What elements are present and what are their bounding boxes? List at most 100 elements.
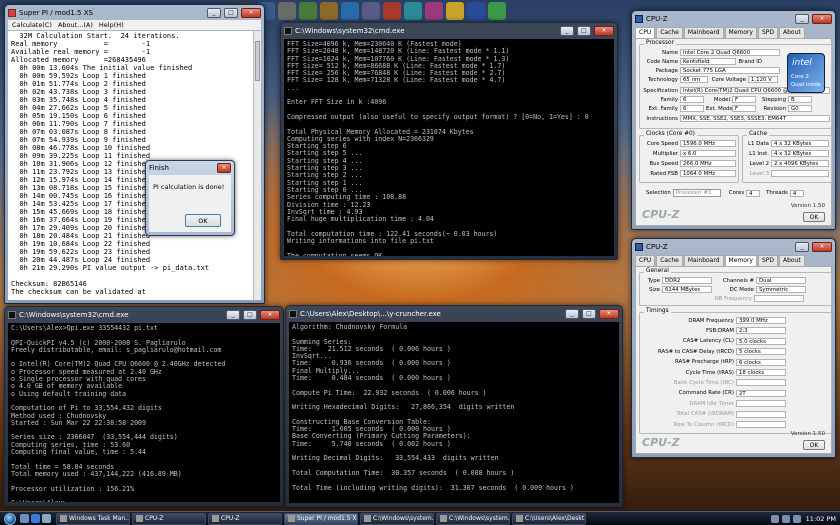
close-button[interactable]: × bbox=[812, 13, 832, 24]
finish-ok-button[interactable]: OK bbox=[185, 214, 221, 227]
ycruncher-titlebar[interactable]: C:\Users\Alex\Desktop\...\y-cruncher.exe… bbox=[286, 306, 622, 321]
dock-app-icon[interactable] bbox=[467, 2, 485, 20]
selection-dropdown[interactable]: Processor #1 bbox=[672, 189, 721, 197]
dock-app-icon[interactable] bbox=[278, 2, 296, 20]
cpuz-app-icon bbox=[635, 14, 643, 23]
close-button[interactable]: × bbox=[260, 309, 280, 320]
dock-app-icon[interactable] bbox=[425, 2, 443, 20]
volume-icon[interactable] bbox=[781, 514, 790, 523]
cpuz-memory-window[interactable]: CPU-Z _ × CPU Cache Mainboard Memory SPD… bbox=[631, 238, 836, 458]
cpuz-cpu-titlebar[interactable]: CPU-Z _ × bbox=[632, 11, 835, 26]
minimize-button[interactable]: _ bbox=[226, 309, 240, 320]
console-line: Freely distributable, email: s_pagliarul… bbox=[11, 345, 222, 354]
finish-dialog[interactable]: Finish × PI calculation is done! OK bbox=[145, 160, 235, 236]
console-line: FFT Size= 128 k, Mem=71328 K (Line: Fast… bbox=[287, 76, 506, 85]
cpuz-ok-button[interactable]: OK bbox=[803, 440, 825, 450]
network-icon[interactable] bbox=[770, 514, 779, 523]
show-desktop-icon[interactable] bbox=[20, 514, 29, 523]
minimize-button[interactable]: _ bbox=[207, 7, 221, 18]
taskbar-button[interactable]: C:\Windows\system... bbox=[360, 512, 434, 525]
close-button[interactable]: × bbox=[241, 7, 261, 18]
tab-memory[interactable]: Memory bbox=[724, 27, 757, 38]
family-label: Family bbox=[660, 96, 678, 103]
minimize-button[interactable]: _ bbox=[560, 25, 574, 36]
dock-app-icon[interactable] bbox=[299, 2, 317, 20]
tab-mainboard[interactable]: Mainboard bbox=[683, 255, 724, 266]
maximize-button[interactable]: □ bbox=[582, 308, 596, 319]
taskbar-button[interactable]: Super PI / mod1.5 XS bbox=[284, 512, 358, 525]
superpi-titlebar[interactable]: Super PI / mod1.5 XS _ □ × bbox=[5, 5, 264, 20]
close-button[interactable]: × bbox=[594, 25, 614, 36]
start-button[interactable] bbox=[0, 512, 20, 525]
dock-app-icon[interactable] bbox=[362, 2, 380, 20]
menu-calculate[interactable]: Calculate(C) bbox=[12, 21, 52, 29]
cmd-window-qpi[interactable]: C:\Windows\system32\cmd.exe _ □ × C:\Use… bbox=[4, 306, 284, 506]
dock-bar bbox=[236, 0, 631, 22]
dock-app-icon[interactable] bbox=[383, 2, 401, 20]
taskbar-button[interactable]: CPU-Z bbox=[208, 512, 282, 525]
finish-close-button[interactable]: × bbox=[217, 162, 231, 173]
tab-spd[interactable]: SPD bbox=[757, 27, 778, 38]
tab-cache[interactable]: Cache bbox=[656, 255, 683, 266]
tab-cpu[interactable]: CPU bbox=[635, 27, 656, 38]
minimize-button[interactable]: _ bbox=[795, 13, 809, 24]
tab-about[interactable]: About bbox=[778, 255, 805, 266]
taskbar-button[interactable]: C:\Users\Alex\Deskt... bbox=[512, 512, 586, 525]
close-button[interactable]: × bbox=[599, 308, 619, 319]
ie-icon[interactable] bbox=[31, 514, 40, 523]
tab-mainboard[interactable]: Mainboard bbox=[683, 27, 724, 38]
ycruncher-window[interactable]: C:\Users\Alex\Desktop\...\y-cruncher.exe… bbox=[285, 305, 623, 507]
scrollbar-thumb[interactable] bbox=[255, 41, 260, 81]
maximize-button[interactable]: □ bbox=[243, 309, 257, 320]
cmd-app-icon bbox=[8, 310, 16, 319]
level2-label: Level 2 bbox=[749, 160, 769, 167]
taskbar-button[interactable]: C:\Windows\system... bbox=[436, 512, 510, 525]
intel-logo-sub2: Quad inside bbox=[791, 82, 821, 88]
superpi-scrollbar[interactable] bbox=[253, 31, 261, 300]
cmd-top-titlebar[interactable]: C:\Windows\system32\cmd.exe _ □ × bbox=[281, 23, 617, 38]
taskbar-button[interactable]: Windows Task Man... bbox=[56, 512, 130, 525]
timing-value: 2:3 bbox=[736, 327, 786, 335]
processor-group-title: Processor bbox=[644, 40, 676, 46]
close-button[interactable]: × bbox=[812, 241, 832, 252]
menu-help[interactable]: Help(H) bbox=[99, 21, 124, 29]
cpuz-cpu-window[interactable]: CPU-Z _ × CPU Cache Mainboard Memory SPD… bbox=[631, 10, 836, 230]
output-line: 0h 03m 35.748s Loop 4 finished bbox=[11, 96, 146, 104]
dock-app-icon[interactable] bbox=[341, 2, 359, 20]
tray-app-icon[interactable] bbox=[792, 514, 801, 523]
tab-spd[interactable]: SPD bbox=[757, 255, 778, 266]
superpi-window[interactable]: Super PI / mod1.5 XS _ □ × Calculate(C) … bbox=[4, 4, 265, 304]
tab-memory[interactable]: Memory bbox=[724, 255, 757, 266]
menu-about[interactable]: About...(A) bbox=[58, 21, 93, 29]
console-line: Writing Decimal Digits: 33,554,433 digit… bbox=[292, 454, 499, 463]
cmd-top-console[interactable]: FFT Size=4096 k, Mem=230640 K (Fastest m… bbox=[284, 39, 614, 256]
dock-app-icon[interactable] bbox=[404, 2, 422, 20]
tab-cache[interactable]: Cache bbox=[656, 27, 683, 38]
output-line: 0h 06m 11.790s Loop 7 finished bbox=[11, 120, 146, 128]
tab-cpu[interactable]: CPU bbox=[635, 255, 656, 266]
timing-row: Row To Column (tRCD) bbox=[642, 421, 786, 428]
tab-about[interactable]: About bbox=[778, 27, 805, 38]
minimize-button[interactable]: _ bbox=[565, 308, 579, 319]
switch-windows-icon[interactable] bbox=[42, 514, 51, 523]
dock-app-icon[interactable] bbox=[488, 2, 506, 20]
ycruncher-console[interactable]: Algorithm: Chudnovsky Formula Summing Se… bbox=[289, 322, 619, 503]
finish-titlebar[interactable]: Finish × bbox=[146, 161, 234, 174]
cpuz-mem-titlebar[interactable]: CPU-Z _ × bbox=[632, 239, 835, 254]
maximize-button[interactable]: □ bbox=[224, 7, 238, 18]
output-line: 0h 09m 39.225s Loop 11 finished bbox=[11, 152, 151, 160]
clock[interactable]: 11:02 PM bbox=[806, 515, 836, 523]
ycruncher-title: C:\Users\Alex\Desktop\...\y-cruncher.exe bbox=[300, 309, 441, 318]
taskbar-button-label: C:\Users\Alex\Deskt... bbox=[525, 515, 586, 522]
cmd-qpi-console[interactable]: C:\Users\Alex>Qpi.exe 33554432 pi.txt QP… bbox=[8, 323, 280, 502]
cpuz-ok-button[interactable]: OK bbox=[803, 212, 825, 222]
cmd-qpi-titlebar[interactable]: C:\Windows\system32\cmd.exe _ □ × bbox=[5, 307, 283, 322]
cmd-window-top[interactable]: C:\Windows\system32\cmd.exe _ □ × FFT Si… bbox=[280, 22, 618, 260]
intel-logo-sub: Core 2 bbox=[791, 74, 809, 80]
minimize-button[interactable]: _ bbox=[795, 241, 809, 252]
dock-app-icon[interactable] bbox=[320, 2, 338, 20]
dock-app-icon[interactable] bbox=[446, 2, 464, 20]
bus-speed-label: Bus Speed bbox=[649, 160, 678, 167]
taskbar-button[interactable]: CPU-Z bbox=[132, 512, 206, 525]
maximize-button[interactable]: □ bbox=[577, 25, 591, 36]
